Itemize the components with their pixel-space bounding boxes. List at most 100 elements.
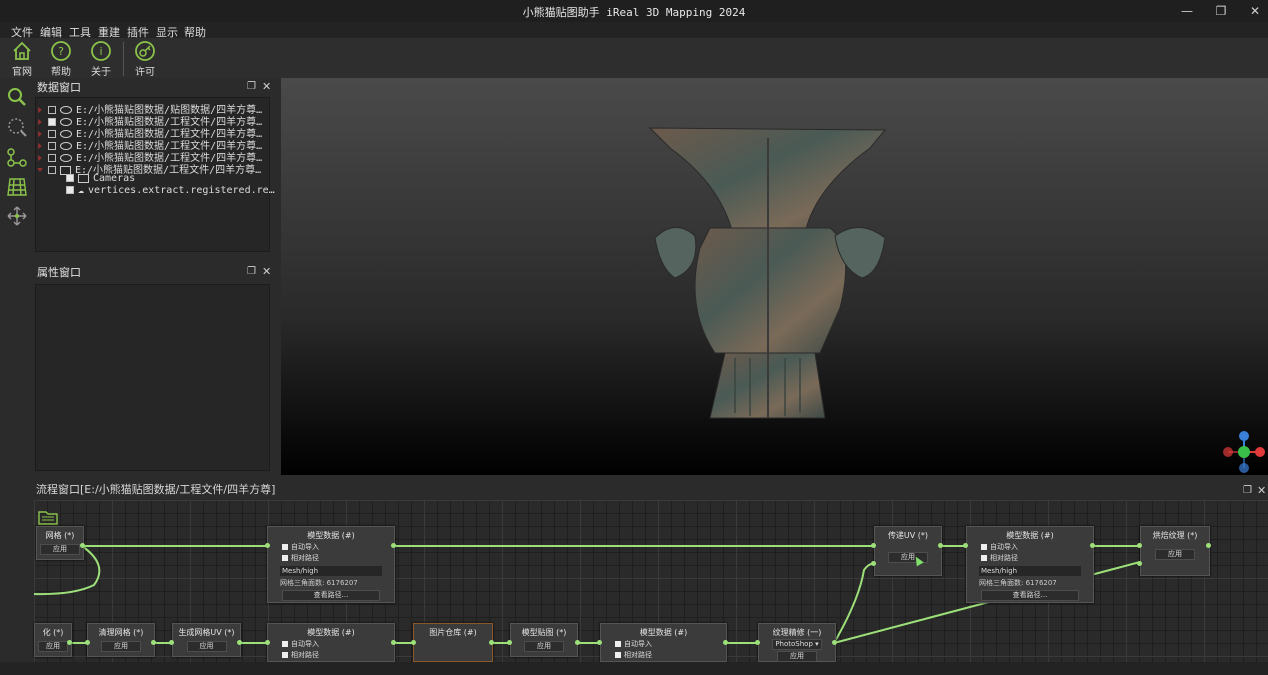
node-title: 生成网格UV (*) <box>178 628 235 637</box>
close-icon[interactable]: ✕ <box>1257 484 1266 497</box>
output-port[interactable] <box>237 640 242 645</box>
input-port[interactable] <box>85 640 90 645</box>
relative-path-checkbox[interactable]: 相对路径 <box>282 553 394 563</box>
mesh-path-field[interactable]: Mesh/high <box>979 566 1081 576</box>
relative-path-checkbox[interactable]: 相对路径 <box>282 650 394 660</box>
node-title: 烘焙纹理 (*) <box>1152 531 1198 540</box>
input-port[interactable] <box>1137 561 1142 566</box>
float-icon[interactable]: ❐ <box>247 266 256 277</box>
tree-row[interactable]: E:/小熊猫贴图数据/工程文件/四羊方尊… <box>38 137 262 152</box>
node-model-mapping[interactable]: 模型贴图 (*) 应用 <box>510 623 578 657</box>
checkbox[interactable] <box>282 544 288 550</box>
zoom-region-icon[interactable] <box>6 116 28 138</box>
tree-row[interactable]: E:/小熊猫贴图数据/工程文件/四羊方尊… <box>38 149 262 164</box>
input-port[interactable] <box>963 543 968 548</box>
tree-row[interactable]: E:/小熊猫贴图数据/工程文件/四羊方尊… <box>38 113 262 128</box>
close-icon[interactable]: ✕ <box>262 265 271 278</box>
checkbox[interactable] <box>66 186 74 194</box>
search-icon[interactable] <box>6 86 28 108</box>
apply-button[interactable]: 应用 <box>40 544 80 555</box>
checkbox[interactable] <box>615 652 621 658</box>
float-icon[interactable]: ❐ <box>1243 485 1252 496</box>
axis-gizmo[interactable] <box>1222 430 1266 474</box>
grid-icon[interactable] <box>6 176 28 198</box>
auto-import-checkbox[interactable]: 自动导入 <box>981 542 1093 552</box>
output-port[interactable] <box>723 640 728 645</box>
minimize-button[interactable]: — <box>1174 2 1200 20</box>
node-grid[interactable]: 网格 (*) 应用 <box>36 526 84 560</box>
checkbox[interactable] <box>48 166 56 174</box>
checkbox[interactable] <box>981 555 987 561</box>
move-icon[interactable] <box>6 205 28 227</box>
output-port[interactable] <box>1206 543 1211 548</box>
tree-child-row[interactable]: ☁ vertices.extract.registered.re… <box>66 185 275 197</box>
apply-button[interactable]: 应用 <box>186 641 227 652</box>
node-simplify[interactable]: 化 (*) 应用 <box>34 623 72 657</box>
checkbox[interactable] <box>615 641 621 647</box>
auto-import-checkbox[interactable]: 自动导入 <box>282 542 394 552</box>
home-button[interactable]: 官网 <box>4 40 40 78</box>
node-model-data[interactable]: 模型数据 (#) 自动导入 相对路径 Mesh/high 网格三角面数: 617… <box>267 526 395 603</box>
node-model-data-3[interactable]: 模型数据 (#) 自动导入 相对路径 <box>267 623 395 662</box>
mesh-path-field[interactable]: Mesh/high <box>280 566 382 576</box>
output-port[interactable] <box>575 640 580 645</box>
checkbox[interactable] <box>282 641 288 647</box>
input-port[interactable] <box>411 640 416 645</box>
input-port[interactable] <box>871 543 876 548</box>
input-port[interactable] <box>755 640 760 645</box>
collapse-arrow-icon[interactable] <box>37 168 43 172</box>
output-port[interactable] <box>938 543 943 548</box>
apply-button[interactable]: 应用 <box>38 641 68 652</box>
input-port[interactable] <box>265 543 270 548</box>
node-texture-refine[interactable]: 纹理精修 (一) PhotoShop ▾ 应用 <box>758 623 836 662</box>
input-port[interactable] <box>265 640 270 645</box>
input-port[interactable] <box>507 640 512 645</box>
checkbox[interactable] <box>282 555 288 561</box>
nodes-icon[interactable] <box>6 146 28 168</box>
output-port[interactable] <box>1090 543 1095 548</box>
tree-child-row[interactable]: Cameras <box>66 173 135 185</box>
close-icon[interactable]: ✕ <box>262 80 271 93</box>
node-image-store[interactable]: 图片仓库 (#) <box>413 623 493 662</box>
checkbox[interactable] <box>66 174 74 182</box>
checkbox[interactable] <box>981 544 987 550</box>
node-model-data-4[interactable]: 模型数据 (#) 自动导入 相对路径 <box>600 623 727 662</box>
tree-row[interactable]: E:/小熊猫贴图数据/工程文件/四羊方尊… <box>37 161 261 176</box>
relative-path-checkbox[interactable]: 相对路径 <box>615 650 726 660</box>
input-port[interactable] <box>871 561 876 566</box>
node-generate-uv[interactable]: 生成网格UV (*) 应用 <box>172 623 241 657</box>
auto-import-checkbox[interactable]: 自动导入 <box>615 639 726 649</box>
input-port[interactable] <box>1137 543 1142 548</box>
node-clean-mesh[interactable]: 清理网格 (*) 应用 <box>87 623 155 657</box>
relative-path-checkbox[interactable]: 相对路径 <box>981 553 1093 563</box>
output-port[interactable] <box>391 543 396 548</box>
output-port[interactable] <box>80 543 85 548</box>
output-port[interactable] <box>67 640 72 645</box>
apply-button[interactable]: 应用 <box>1155 549 1195 560</box>
checkbox[interactable] <box>282 652 288 658</box>
apply-button[interactable]: 应用 <box>524 641 564 652</box>
license-button[interactable]: 许可 <box>127 40 163 78</box>
help-button[interactable]: ? 帮助 <box>43 40 79 78</box>
node-model-data-2[interactable]: 模型数据 (#) 自动导入 相对路径 Mesh/high 网格三角面数: 617… <box>966 526 1094 603</box>
software-select[interactable]: PhotoShop ▾ <box>772 639 822 650</box>
output-port[interactable] <box>391 640 396 645</box>
restore-button[interactable]: ❐ <box>1208 2 1234 20</box>
auto-import-checkbox[interactable]: 自动导入 <box>282 639 394 649</box>
node-bake-texture[interactable]: 烘焙纹理 (*) 应用 <box>1140 526 1210 576</box>
input-port[interactable] <box>597 640 602 645</box>
about-button[interactable]: i 关于 <box>83 40 119 78</box>
view-path-button[interactable]: 查看路径... <box>981 590 1079 601</box>
view-path-button[interactable]: 查看路径... <box>282 590 380 601</box>
tree-row[interactable]: E:/小熊猫贴图数据/贴图数据/四羊方尊… <box>38 101 262 116</box>
close-button[interactable]: ✕ <box>1242 2 1268 20</box>
float-icon[interactable]: ❐ <box>247 81 256 92</box>
output-port[interactable] <box>489 640 494 645</box>
node-transfer-uv[interactable]: 传递UV (*) 应用 <box>874 526 942 576</box>
output-port[interactable] <box>151 640 156 645</box>
input-port[interactable] <box>169 640 174 645</box>
output-port[interactable] <box>832 640 837 645</box>
tree-row[interactable]: E:/小熊猫贴图数据/工程文件/四羊方尊… <box>38 125 262 140</box>
apply-button[interactable]: 应用 <box>101 641 141 652</box>
apply-button[interactable]: 应用 <box>777 651 817 662</box>
